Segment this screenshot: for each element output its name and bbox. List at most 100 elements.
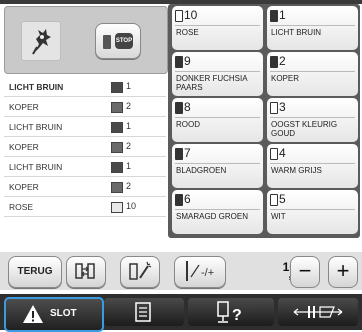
stop-icon: STOP [115, 33, 133, 49]
cell-divider [175, 71, 260, 72]
cell-divider [270, 71, 355, 72]
thread-order-row: ROSE 10 [4, 197, 166, 217]
thread-color-cell[interactable]: 1 LICHT BRUIN [267, 6, 358, 50]
cell-divider [175, 117, 260, 118]
thread-swatch [111, 202, 123, 213]
spool-icon [270, 56, 278, 68]
cell-number: 9 [184, 54, 191, 68]
back-button[interactable]: TERUG [8, 256, 62, 288]
thread-color-cell[interactable]: 9 DONKER FUCHSIA PAARS [172, 52, 263, 96]
thread-color-cell[interactable]: 2 KOPER [267, 52, 358, 96]
cell-divider [270, 117, 355, 118]
lock-tab-label: SLOT [50, 308, 77, 319]
cell-number: 3 [279, 100, 286, 114]
thread-swatch [111, 102, 123, 113]
cell-color-name: SMARAGD GROEN [176, 212, 249, 221]
document-tab[interactable] [104, 298, 184, 326]
thread-color-cell[interactable]: 4 WARM GRIJS [267, 144, 358, 188]
svg-text:?: ? [232, 307, 242, 324]
thread-order-row: KOPER 2 [4, 97, 166, 117]
thread-name: LICHT BRUIN [9, 122, 63, 132]
lock-tab[interactable]: SLOT [4, 297, 104, 332]
svg-text:-/+: -/+ [201, 267, 214, 279]
speed-decrease-button[interactable]: − [290, 256, 320, 288]
spool-icon [270, 10, 278, 22]
thread-order-row: LICHT BRUIN 1 [4, 157, 166, 177]
needle-plus-minus-icon: -/+ [186, 261, 214, 281]
thread-stop-button[interactable]: STOP [95, 23, 141, 59]
design-preview-panel: STOP [4, 6, 168, 74]
thread-number: 1 [126, 161, 132, 171]
spool-icon [270, 194, 278, 206]
embroidery-screen: STOP LICHT BRUIN 1 KOPER 2 LICHT BRUIN 1 KOPER… [0, 0, 362, 332]
thread-swatch [111, 142, 123, 153]
cell-number: 6 [184, 192, 191, 206]
design-thumbnail [21, 21, 61, 61]
spool-icon [175, 56, 183, 68]
thread-name: LICHT BRUIN [9, 162, 63, 172]
cell-color-name: WARM GRIJS [271, 166, 322, 175]
spool-icon [175, 194, 183, 206]
cell-number: 10 [184, 8, 198, 22]
thread-swatch [111, 82, 123, 93]
spool-icon [175, 10, 183, 22]
cell-number: 2 [279, 54, 286, 68]
spool-icon [175, 102, 183, 114]
cell-color-name: ROSE [176, 28, 199, 37]
thread-swatch [111, 162, 123, 173]
spool-icon [270, 102, 278, 114]
help-tab[interactable]: ? [188, 298, 274, 326]
cell-color-name: LICHT BRUIN [271, 28, 322, 37]
spool-icon [103, 35, 111, 49]
thread-number: 2 [126, 181, 132, 191]
thread-color-cell[interactable]: 6 SMARAGD GROEN [172, 190, 263, 234]
thread-order-row: LICHT BRUIN 1 [4, 77, 166, 97]
cell-color-name: WIT [271, 212, 286, 221]
document-list-icon [135, 302, 151, 322]
cell-divider [270, 25, 355, 26]
warning-icon [23, 305, 43, 323]
cell-color-name: DONKER FUCHSIA PAARS [176, 74, 248, 92]
spool-icon [270, 148, 278, 160]
cell-divider [175, 163, 260, 164]
thread-name: ROSE [9, 202, 34, 212]
cell-divider [175, 25, 260, 26]
thread-sort-button[interactable] [66, 256, 106, 288]
cell-color-name: ROOD [176, 120, 200, 129]
cell-number: 1 [279, 8, 286, 22]
thread-color-cell[interactable]: 8 ROOD [172, 98, 263, 142]
thread-name: LICHT BRUIN [9, 82, 64, 92]
cell-divider [270, 209, 355, 210]
thread-number: 2 [126, 141, 132, 151]
machine-help-icon: ? [217, 301, 242, 324]
thread-order-row: LICHT BRUIN 1 [4, 117, 166, 137]
thread-color-cell[interactable]: 10 ROSE [172, 6, 263, 50]
cell-number: 8 [184, 100, 191, 114]
thread-number: 1 [126, 81, 132, 91]
magic-spool-icon [129, 261, 152, 280]
thread-number: 10 [126, 201, 137, 211]
thread-color-cell[interactable]: 7 BLADGROEN [172, 144, 263, 188]
speed-increase-button[interactable]: + [328, 256, 358, 288]
spool-icon [175, 148, 183, 160]
embroidery-design-icon [32, 29, 51, 55]
thread-number: 2 [126, 101, 132, 111]
thread-swatch [111, 182, 123, 193]
thread-color-cell[interactable]: 3 OOGST KLEURIG GOUD [267, 98, 358, 142]
cell-number: 7 [184, 146, 191, 160]
thread-order-list: LICHT BRUIN 1 KOPER 2 LICHT BRUIN 1 KOPER 2 LICH… [4, 77, 166, 217]
thread-color-grid: 10 ROSE 1 LICHT BRUIN 9 DONKER FUCHSIA PAARS 2… [168, 4, 360, 238]
needle-position-button[interactable]: -/+ [174, 256, 226, 288]
cell-color-name: OOGST KLEURIG GOUD [271, 120, 338, 138]
thread-order-row: KOPER 2 [4, 137, 166, 157]
cell-color-name: KOPER [271, 74, 300, 83]
thread-name: KOPER [9, 142, 39, 152]
cell-divider [270, 163, 355, 164]
cell-color-name: BLADGROEN [176, 166, 227, 175]
thread-color-cell[interactable]: 5 WIT [267, 190, 358, 234]
hoop-arrows-icon [293, 306, 343, 318]
thread-color-wand-button[interactable] [120, 256, 160, 288]
thread-name: KOPER [9, 182, 39, 192]
thread-name: KOPER [9, 102, 39, 112]
hoop-move-tab[interactable] [278, 298, 358, 326]
